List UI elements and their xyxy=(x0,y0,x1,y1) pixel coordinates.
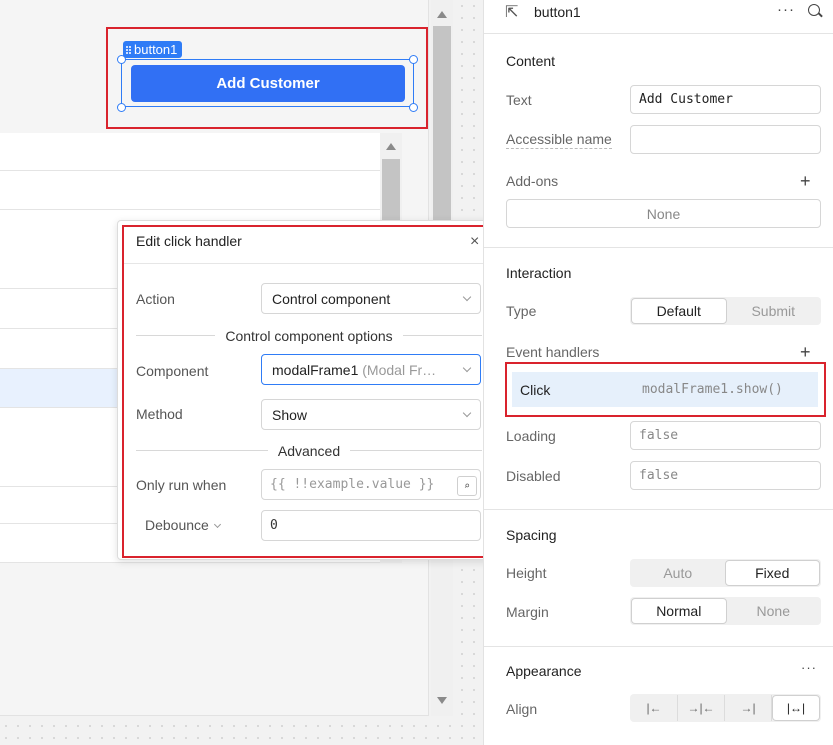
divider xyxy=(484,247,833,248)
type-label: Type xyxy=(506,303,537,319)
component-name[interactable]: button1 xyxy=(534,4,581,20)
add-ons-label: Add-ons xyxy=(506,173,559,189)
type-option-submit[interactable]: Submit xyxy=(727,298,821,324)
align-right-icon[interactable]: →| xyxy=(725,695,772,721)
appearance-more-icon[interactable]: ··· xyxy=(801,660,817,675)
margin-option-none[interactable]: None xyxy=(727,598,821,624)
height-segmented-control[interactable]: Auto Fixed xyxy=(630,559,821,587)
scroll-up-icon[interactable] xyxy=(437,11,447,18)
scroll-down-icon[interactable] xyxy=(437,697,447,704)
resize-handle[interactable] xyxy=(117,103,126,112)
resize-handle[interactable] xyxy=(409,103,418,112)
align-center-icon[interactable]: →|← xyxy=(678,695,725,721)
loading-input[interactable]: false xyxy=(630,421,821,450)
section-interaction-title[interactable]: Interaction xyxy=(506,265,571,281)
align-left-icon[interactable]: |← xyxy=(631,695,678,721)
accessible-name-label: Accessible name xyxy=(506,131,612,149)
search-icon[interactable] xyxy=(808,4,820,16)
component-tag[interactable]: button1 xyxy=(123,41,183,58)
add-customer-button[interactable]: Add Customer xyxy=(131,65,405,102)
divider xyxy=(484,509,833,510)
height-label: Height xyxy=(506,565,547,581)
table-row[interactable] xyxy=(0,133,380,171)
component-tag-label: button1 xyxy=(134,42,178,57)
margin-option-normal[interactable]: Normal xyxy=(631,598,727,624)
section-appearance-title[interactable]: Appearance xyxy=(506,663,582,679)
add-addon-icon[interactable]: + xyxy=(800,172,811,190)
event-handlers-label: Event handlers xyxy=(506,344,600,360)
resize-handle[interactable] xyxy=(409,55,418,64)
height-option-auto[interactable]: Auto xyxy=(631,560,725,586)
height-option-fixed[interactable]: Fixed xyxy=(724,560,820,586)
section-spacing-title[interactable]: Spacing xyxy=(506,527,557,543)
type-option-default[interactable]: Default xyxy=(631,298,727,324)
section-content-title[interactable]: Content xyxy=(506,53,555,69)
scrollbar-thumb[interactable] xyxy=(433,26,451,222)
type-segmented-control[interactable]: Default Submit xyxy=(630,297,821,325)
cursor-icon: ⇱ xyxy=(505,4,519,21)
more-options-icon[interactable]: ··· xyxy=(777,1,795,18)
popover-highlight-box xyxy=(122,225,499,558)
divider xyxy=(484,33,833,34)
event-handler-highlight-box xyxy=(505,362,826,417)
align-segmented-control[interactable]: |← →|← →| |↔| xyxy=(630,694,821,722)
text-label: Text xyxy=(506,92,532,108)
loading-label: Loading xyxy=(506,428,556,444)
resize-handle[interactable] xyxy=(117,55,126,64)
accessible-name-input[interactable] xyxy=(630,125,821,154)
align-label: Align xyxy=(506,701,538,717)
add-event-handler-icon[interactable]: + xyxy=(800,343,811,361)
table-row[interactable] xyxy=(0,171,380,210)
disabled-input[interactable]: false xyxy=(630,461,821,490)
margin-segmented-control[interactable]: Normal None xyxy=(630,597,821,625)
scroll-up-icon[interactable] xyxy=(386,143,396,150)
align-stretch-icon[interactable]: |↔| xyxy=(772,695,820,721)
inspector-header: ⇱ button1 ··· xyxy=(484,0,833,26)
margin-label: Margin xyxy=(506,604,549,620)
divider xyxy=(484,646,833,647)
add-ons-list[interactable]: None xyxy=(506,199,821,228)
text-input[interactable]: Add Customer xyxy=(630,85,821,114)
drag-handle-icon[interactable] xyxy=(126,45,131,54)
disabled-label: Disabled xyxy=(506,468,561,484)
